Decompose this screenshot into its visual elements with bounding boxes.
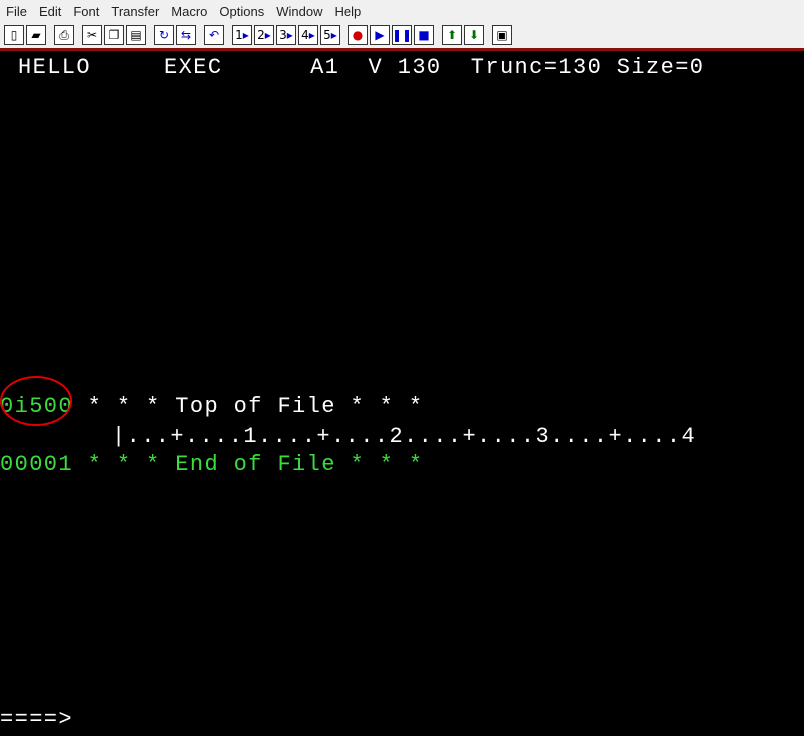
macro-2-button[interactable]: 2 ▸ xyxy=(254,25,274,45)
play-icon[interactable]: ▶ xyxy=(370,25,390,45)
menu-help[interactable]: Help xyxy=(328,4,367,19)
line-number[interactable]: 00001 xyxy=(0,452,73,477)
menu-window[interactable]: Window xyxy=(270,4,328,19)
status-format: V 130 xyxy=(368,55,442,80)
annotation-circle xyxy=(0,376,72,426)
command-line[interactable]: ====> xyxy=(0,707,73,732)
macro-1-button[interactable]: 1 ▸ xyxy=(232,25,252,45)
menu-transfer[interactable]: Transfer xyxy=(105,4,165,19)
status-trunc: Trunc=130 xyxy=(470,55,603,80)
macro-1-label: 1 xyxy=(235,28,243,42)
open-folder-icon[interactable]: ▰ xyxy=(26,25,46,45)
status-filename: HELLO xyxy=(18,55,92,80)
print-icon[interactable]: ⎙ xyxy=(54,25,74,45)
extra-icon[interactable]: ▣ xyxy=(492,25,512,45)
up-arrow-icon[interactable]: ⬆ xyxy=(442,25,462,45)
play-small-icon: ▸ xyxy=(330,28,337,42)
play-small-icon: ▸ xyxy=(242,28,249,42)
scale-line: |...+....1....+....2....+....3....+....4 xyxy=(112,424,697,449)
command-prompt: ====> xyxy=(0,707,74,732)
paste-icon[interactable]: ▤ xyxy=(126,25,146,45)
macro-5-button[interactable]: 5 ▸ xyxy=(320,25,340,45)
macro-4-label: 4 xyxy=(301,28,309,42)
macro-4-button[interactable]: 4 ▸ xyxy=(298,25,318,45)
play-small-icon: ▸ xyxy=(286,28,293,42)
menu-bar: File Edit Font Transfer Macro Options Wi… xyxy=(0,0,804,22)
toolbar: ▯ ▰ ⎙ ✂ ❐ ▤ ↻ ⇆ ↶ 1 ▸ 2 ▸ 3 ▸ 4 ▸ 5 ▸ ● ▶ ❚❚ … xyxy=(0,22,804,51)
record-icon[interactable]: ● xyxy=(348,25,368,45)
cut-icon[interactable]: ✂ xyxy=(82,25,102,45)
status-line: HELLO EXEC A1 V 130 Trunc=130 Size=0 xyxy=(18,55,704,80)
menu-macro[interactable]: Macro xyxy=(165,4,213,19)
new-doc-icon[interactable]: ▯ xyxy=(4,25,24,45)
end-of-file-line: 00001 * * * End of File * * * xyxy=(0,452,423,477)
refresh-icon[interactable]: ↻ xyxy=(154,25,174,45)
stop-icon[interactable]: ■ xyxy=(414,25,434,45)
macro-2-label: 2 xyxy=(257,28,265,42)
status-filemode: A1 xyxy=(310,55,340,80)
macro-3-button[interactable]: 3 ▸ xyxy=(276,25,296,45)
top-of-file-text: * * * Top of File * * * xyxy=(87,394,424,419)
menu-file[interactable]: File xyxy=(0,4,33,19)
menu-edit[interactable]: Edit xyxy=(33,4,67,19)
status-filetype: EXEC xyxy=(164,55,223,80)
down-arrow-icon[interactable]: ⬇ xyxy=(464,25,484,45)
terminal-screen[interactable]: HELLO EXEC A1 V 130 Trunc=130 Size=0 0i5… xyxy=(0,51,804,736)
macro-5-label: 5 xyxy=(323,28,331,42)
menu-font[interactable]: Font xyxy=(67,4,105,19)
status-size: Size=0 xyxy=(616,55,705,80)
transfer-icon[interactable]: ⇆ xyxy=(176,25,196,45)
menu-options[interactable]: Options xyxy=(213,4,270,19)
end-of-file-text: * * * End of File * * * xyxy=(87,452,424,477)
copy-icon[interactable]: ❐ xyxy=(104,25,124,45)
pause-icon[interactable]: ❚❚ xyxy=(392,25,412,45)
undo-icon[interactable]: ↶ xyxy=(204,25,224,45)
play-small-icon: ▸ xyxy=(264,28,271,42)
play-small-icon: ▸ xyxy=(308,28,315,42)
macro-3-label: 3 xyxy=(279,28,287,42)
